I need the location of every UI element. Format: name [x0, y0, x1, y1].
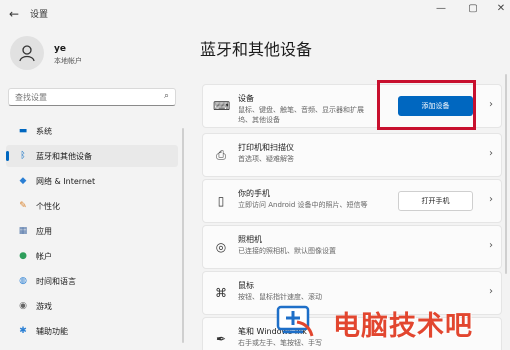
- chevron-right-icon: ›: [489, 194, 493, 205]
- sidebar-item-label: 帐户: [36, 251, 52, 261]
- watermark-logo-icon: [276, 305, 314, 337]
- sidebar-item-accessibility[interactable]: ✱ 辅助功能: [6, 320, 178, 342]
- card-camera[interactable]: ◎ 照相机 已连接的照相机、默认图像设置 ›: [202, 225, 502, 269]
- chevron-right-icon: ›: [489, 240, 493, 251]
- search-icon[interactable]: ⌕: [164, 91, 169, 101]
- sidebar-item-time-language[interactable]: ◍ 时间和语言: [6, 270, 178, 292]
- card-title: 打印机和扫描仪: [238, 143, 294, 152]
- user-name: ye: [54, 44, 66, 54]
- maximize-button[interactable]: ▢: [462, 2, 484, 16]
- card-title: 鼠标: [238, 281, 254, 290]
- sidebar-item-label: 网络 & Internet: [36, 176, 96, 186]
- sidebar-item-label: 应用: [36, 226, 52, 236]
- accessibility-icon: ✱: [19, 326, 27, 336]
- monitor-icon: ▬: [18, 126, 28, 136]
- person-icon: [19, 45, 35, 62]
- sidebar-item-personalization[interactable]: ✎ 个性化: [6, 195, 178, 217]
- chevron-right-icon: ›: [489, 99, 493, 110]
- avatar[interactable]: [10, 36, 44, 70]
- main-scrollbar[interactable]: [505, 74, 507, 274]
- open-phone-button[interactable]: 打开手机: [398, 191, 473, 211]
- person-icon: ●: [19, 251, 27, 261]
- watermark-text: 电脑技术吧: [333, 311, 473, 342]
- phone-icon: ▯: [217, 194, 225, 208]
- highlight-box: [377, 80, 476, 130]
- sidebar-item-label: 游戏: [36, 301, 52, 311]
- wifi-icon: ◆: [19, 176, 27, 186]
- sidebar-item-bluetooth[interactable]: ᛒ 蓝牙和其他设备: [6, 145, 178, 167]
- back-arrow-icon[interactable]: ←: [6, 6, 22, 22]
- card-description: 鼠标、键盘、触笔、音频、显示器和扩展坞、其他设备: [238, 106, 364, 124]
- card-title: 设备: [238, 94, 254, 103]
- page-title: 蓝牙和其他设备: [200, 40, 313, 59]
- bluetooth-icon: ᛒ: [20, 151, 26, 161]
- watermark: 电脑技术吧: [275, 300, 505, 344]
- account-type: 本地帐户: [54, 57, 82, 65]
- devices-icon: ⌨: [213, 99, 231, 113]
- window-title: 设置: [30, 10, 49, 20]
- sidebar-item-label: 个性化: [36, 201, 60, 211]
- sidebar-item-label: 系统: [36, 126, 52, 136]
- camera-icon: ◎: [215, 240, 227, 254]
- brush-icon: ✎: [19, 201, 27, 211]
- sidebar-item-label: 辅助功能: [36, 326, 68, 336]
- card-title: 照相机: [238, 235, 262, 244]
- globe-icon: ◍: [19, 276, 27, 286]
- apps-icon: ▦: [18, 226, 28, 236]
- sidebar-nav: ▬ 系统 ᛒ 蓝牙和其他设备 ◆ 网络 & Internet ✎ 个性化 ▦ 应…: [6, 120, 178, 345]
- chevron-right-icon: ›: [489, 148, 493, 159]
- minimize-button[interactable]: —: [430, 2, 452, 16]
- card-description: 首选项、疑难解答: [238, 155, 294, 163]
- card-description: 已连接的照相机、默认图像设置: [238, 247, 336, 255]
- close-button[interactable]: ✕: [490, 2, 510, 16]
- sidebar-item-label: 时间和语言: [36, 276, 76, 286]
- sidebar-item-system[interactable]: ▬ 系统: [6, 120, 178, 142]
- card-title: 你的手机: [238, 189, 270, 198]
- search-input[interactable]: [15, 92, 155, 102]
- sidebar-scrollbar[interactable]: [182, 128, 184, 343]
- sidebar-item-apps[interactable]: ▦ 应用: [6, 220, 178, 242]
- sidebar-item-accounts[interactable]: ● 帐户: [6, 245, 178, 267]
- printer-icon: ⎙: [216, 148, 226, 162]
- card-phone[interactable]: ▯ 你的手机 立即访问 Android 设备中的照片、短信等 打开手机 ›: [202, 179, 502, 223]
- pen-icon: ✒: [215, 332, 227, 346]
- card-printers[interactable]: ⎙ 打印机和扫描仪 首选项、疑难解答 ›: [202, 133, 502, 177]
- search-box[interactable]: ⌕: [8, 88, 176, 106]
- sidebar-item-gaming[interactable]: ◉ 游戏: [6, 295, 178, 317]
- sidebar-item-network[interactable]: ◆ 网络 & Internet: [6, 170, 178, 192]
- title-bar: ← 设置 — ▢ ✕: [0, 0, 510, 28]
- mouse-icon: ⌘: [215, 286, 227, 300]
- chevron-right-icon: ›: [489, 286, 493, 297]
- card-description: 立即访问 Android 设备中的照片、短信等: [238, 201, 368, 209]
- gamepad-icon: ◉: [19, 301, 27, 311]
- sidebar-item-label: 蓝牙和其他设备: [36, 151, 92, 161]
